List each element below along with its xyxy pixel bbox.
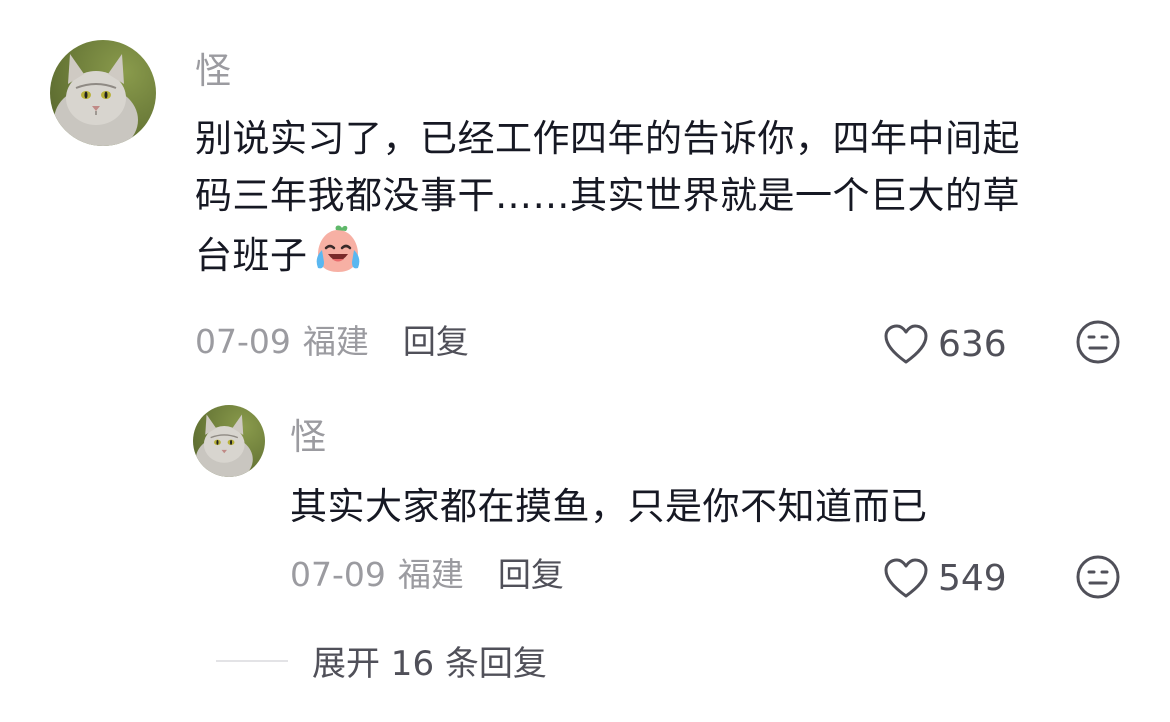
neutral-face-icon [1075,319,1121,369]
like-count: 636 [938,323,1007,365]
reply-meta: 07-09 福建 回复 [290,555,564,595]
comment-author[interactable]: 怪 [195,52,231,92]
reply-date: 07-09 [290,555,386,594]
reply-button[interactable]: 回复 [403,322,469,362]
neutral-face-icon [1075,554,1121,604]
reply-avatar[interactable] [193,405,265,477]
reply-location: 福建 [397,555,464,594]
comment-meta: 07-09 福建 回复 [195,322,469,362]
expand-replies-button[interactable]: 展开 16 条回复 [216,636,547,685]
heart-outline-icon [882,556,930,600]
reply-author[interactable]: 怪 [290,418,326,458]
divider-line [216,659,288,662]
reply-like-count: 549 [938,557,1007,599]
like-button[interactable]: 636 [882,322,1007,366]
expand-replies-label: 展开 16 条回复 [312,644,547,684]
reply-text: 其实大家都在摸鱼，只是你不知道而已 [290,478,1130,535]
comment-line-text: 台班子 [195,234,308,277]
crying-laughing-face-emoji [312,224,364,292]
heart-outline-icon [882,322,930,366]
comment-location: 福建 [302,322,369,361]
dislike-button[interactable] [1075,319,1121,369]
comment-text: 别说实习了，已经工作四年的告诉你，四年中间起 码三年我都没事干……其实世界就是一… [195,110,1135,292]
reply-line: 其实大家都在摸鱼，只是你不知道而已 [290,485,928,528]
avatar[interactable] [50,40,156,146]
comment-line: 码三年我都没事干……其实世界就是一个巨大的草 [195,174,1020,217]
reply-like-button[interactable]: 549 [882,556,1007,600]
reply-reply-button[interactable]: 回复 [498,555,564,595]
reply-dislike-button[interactable] [1075,554,1121,604]
comment-line-last: 台班子 [195,224,1135,292]
comment-date: 07-09 [195,322,291,361]
comment-line: 别说实习了，已经工作四年的告诉你，四年中间起 [195,117,1020,160]
